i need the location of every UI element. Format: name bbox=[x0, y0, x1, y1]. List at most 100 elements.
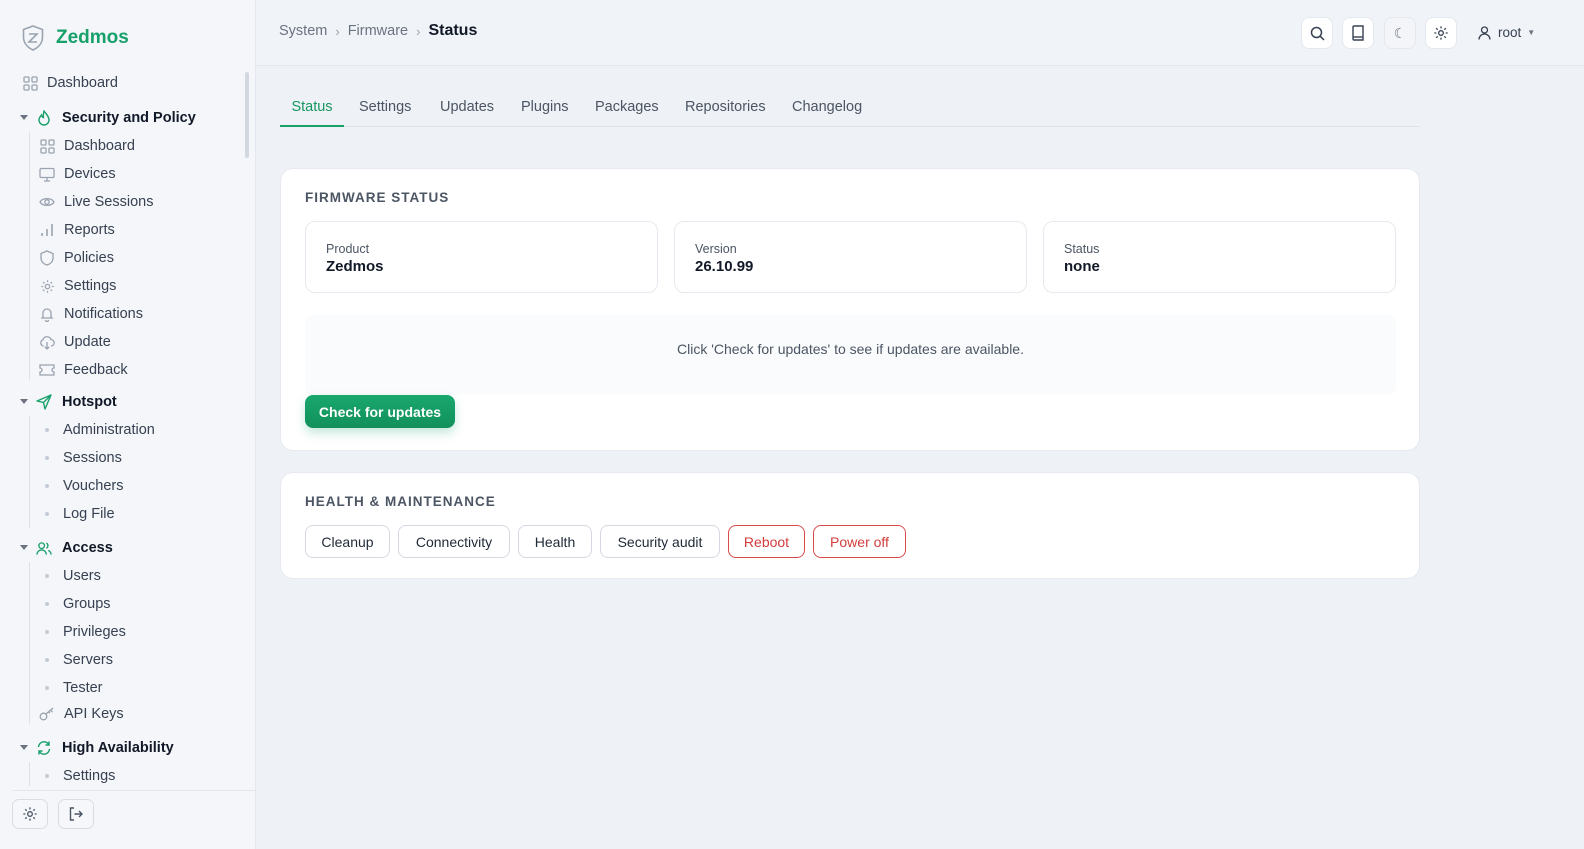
logout-button[interactable] bbox=[58, 799, 94, 829]
cloud-download-icon bbox=[39, 334, 55, 350]
bullet-dot bbox=[45, 630, 49, 634]
sidebar-item-log-file[interactable]: Log File bbox=[45, 502, 115, 526]
sidebar-item-settings[interactable]: Settings bbox=[39, 274, 116, 298]
tab-plugins[interactable]: Plugins bbox=[521, 92, 569, 127]
breadcrumb: System › Firmware › Status bbox=[279, 22, 477, 40]
tab-settings[interactable]: Settings bbox=[359, 92, 411, 127]
sidebar-item-privileges[interactable]: Privileges bbox=[45, 620, 126, 644]
tab-changelog[interactable]: Changelog bbox=[792, 92, 862, 127]
docs-button[interactable] bbox=[1342, 17, 1374, 49]
tab-bar: Status Settings Updates Plugins Packages… bbox=[280, 92, 1420, 127]
sidebar-section-high-availability[interactable]: High Availability bbox=[20, 736, 174, 760]
moon-icon: ☾ bbox=[1393, 24, 1407, 41]
send-icon bbox=[36, 394, 52, 410]
settings-button[interactable] bbox=[1425, 17, 1457, 49]
top-header: System › Firmware › Status ☾ root ▼ bbox=[256, 0, 1584, 66]
sidebar-section-security[interactable]: Security and Policy bbox=[20, 106, 196, 130]
reboot-button[interactable]: Reboot bbox=[728, 525, 805, 558]
stat-label: Product bbox=[326, 242, 370, 256]
brand-name: Zedmos bbox=[56, 27, 129, 48]
caret-down-icon: ▼ bbox=[1527, 28, 1536, 37]
sidebar-item-notifications[interactable]: Notifications bbox=[39, 302, 143, 326]
stat-label: Status bbox=[1064, 242, 1100, 256]
bullet-dot bbox=[45, 484, 49, 488]
sidebar-item-feedback[interactable]: Feedback bbox=[39, 358, 128, 382]
search-button[interactable] bbox=[1301, 17, 1333, 49]
notice-text: Click 'Check for updates' to see if upda… bbox=[677, 341, 1024, 357]
sidebar-item-administration[interactable]: Administration bbox=[45, 418, 155, 442]
sidebar-item-label: Sessions bbox=[63, 450, 122, 466]
bullet-dot bbox=[45, 658, 49, 662]
sidebar-section-label: Hotspot bbox=[62, 394, 117, 410]
bell-icon bbox=[39, 306, 55, 322]
brand[interactable]: Zedmos bbox=[22, 24, 129, 52]
sidebar-item-api-keys[interactable]: API Keys bbox=[39, 702, 124, 726]
gear-icon bbox=[39, 278, 55, 294]
eye-icon bbox=[39, 194, 55, 210]
caret-down-icon bbox=[20, 114, 28, 122]
check-for-updates-button[interactable]: Check for updates bbox=[305, 395, 455, 428]
health-button[interactable]: Health bbox=[518, 525, 592, 558]
bullet-dot bbox=[45, 456, 49, 460]
bullet-dot bbox=[45, 602, 49, 606]
sidebar-section-label: Security and Policy bbox=[62, 110, 196, 126]
monitor-icon bbox=[39, 166, 55, 182]
username: root bbox=[1498, 25, 1522, 40]
sidebar-item-devices[interactable]: Devices bbox=[39, 162, 116, 186]
sidebar-item-live-sessions[interactable]: Live Sessions bbox=[39, 190, 153, 214]
shield-logo-icon bbox=[22, 25, 44, 51]
stat-value: none bbox=[1064, 258, 1100, 275]
sidebar-item-dashboard[interactable]: Dashboard bbox=[22, 71, 118, 95]
theme-toggle-button[interactable]: ☾ bbox=[1384, 17, 1416, 49]
sidebar-item-vouchers[interactable]: Vouchers bbox=[45, 474, 123, 498]
sidebar-item-label: Tester bbox=[63, 680, 103, 696]
cleanup-button[interactable]: Cleanup bbox=[305, 525, 390, 558]
user-menu[interactable]: root ▼ bbox=[1478, 25, 1535, 40]
sidebar-item-users[interactable]: Users bbox=[45, 564, 101, 588]
sidebar-item-label: API Keys bbox=[64, 706, 124, 722]
tree-line bbox=[29, 132, 30, 380]
tab-repositories[interactable]: Repositories bbox=[685, 92, 766, 127]
page-title: Status bbox=[428, 22, 478, 39]
sidebar-item-tester[interactable]: Tester bbox=[45, 676, 103, 700]
search-icon bbox=[1310, 26, 1325, 41]
sidebar-section-label: Access bbox=[62, 540, 113, 556]
stat-status: Status none bbox=[1043, 221, 1396, 293]
key-icon bbox=[39, 706, 55, 722]
sidebar-item-servers[interactable]: Servers bbox=[45, 648, 113, 672]
tree-line bbox=[29, 562, 30, 724]
breadcrumb-system[interactable]: System bbox=[279, 23, 327, 39]
user-icon bbox=[1478, 25, 1491, 40]
sidebar-item-label: Policies bbox=[64, 250, 114, 266]
sidebar-settings-button[interactable] bbox=[12, 799, 48, 829]
sidebar-item-sessions[interactable]: Sessions bbox=[45, 446, 122, 470]
grid-icon bbox=[22, 75, 38, 91]
security-audit-button[interactable]: Security audit bbox=[600, 525, 720, 558]
health-maintenance-card: HEALTH & MAINTENANCE Cleanup Connectivit… bbox=[280, 472, 1420, 579]
sidebar-item-groups[interactable]: Groups bbox=[45, 592, 111, 616]
sidebar-item-reports[interactable]: Reports bbox=[39, 218, 115, 242]
power-off-button[interactable]: Power off bbox=[813, 525, 906, 558]
sidebar-item-label: Notifications bbox=[64, 306, 143, 322]
sidebar-item-label: Servers bbox=[63, 652, 113, 668]
tab-updates[interactable]: Updates bbox=[440, 92, 494, 127]
tab-status[interactable]: Status bbox=[280, 92, 344, 127]
chevron-right-icon: › bbox=[335, 23, 340, 39]
connectivity-button[interactable]: Connectivity bbox=[398, 525, 510, 558]
sidebar-item-label: Dashboard bbox=[64, 138, 135, 154]
tab-packages[interactable]: Packages bbox=[595, 92, 659, 127]
sidebar-item-policies[interactable]: Policies bbox=[39, 246, 114, 270]
sidebar-item-label: Dashboard bbox=[47, 75, 118, 91]
sidebar-item-ha-settings[interactable]: Settings bbox=[45, 764, 115, 786]
sidebar-section-hotspot[interactable]: Hotspot bbox=[20, 390, 117, 414]
sidebar-section-access[interactable]: Access bbox=[20, 536, 113, 560]
tree-line bbox=[29, 762, 30, 786]
chevron-right-icon: › bbox=[416, 23, 421, 39]
grid-icon bbox=[39, 138, 55, 154]
sidebar-item-update[interactable]: Update bbox=[39, 330, 111, 354]
sidebar-nav: Dashboard Security and Policy Dashboard … bbox=[0, 66, 250, 786]
sidebar-item-label: Feedback bbox=[64, 362, 128, 378]
sidebar-item-sec-dashboard[interactable]: Dashboard bbox=[39, 134, 135, 158]
card-title: HEALTH & MAINTENANCE bbox=[305, 494, 496, 509]
breadcrumb-firmware[interactable]: Firmware bbox=[348, 23, 408, 39]
